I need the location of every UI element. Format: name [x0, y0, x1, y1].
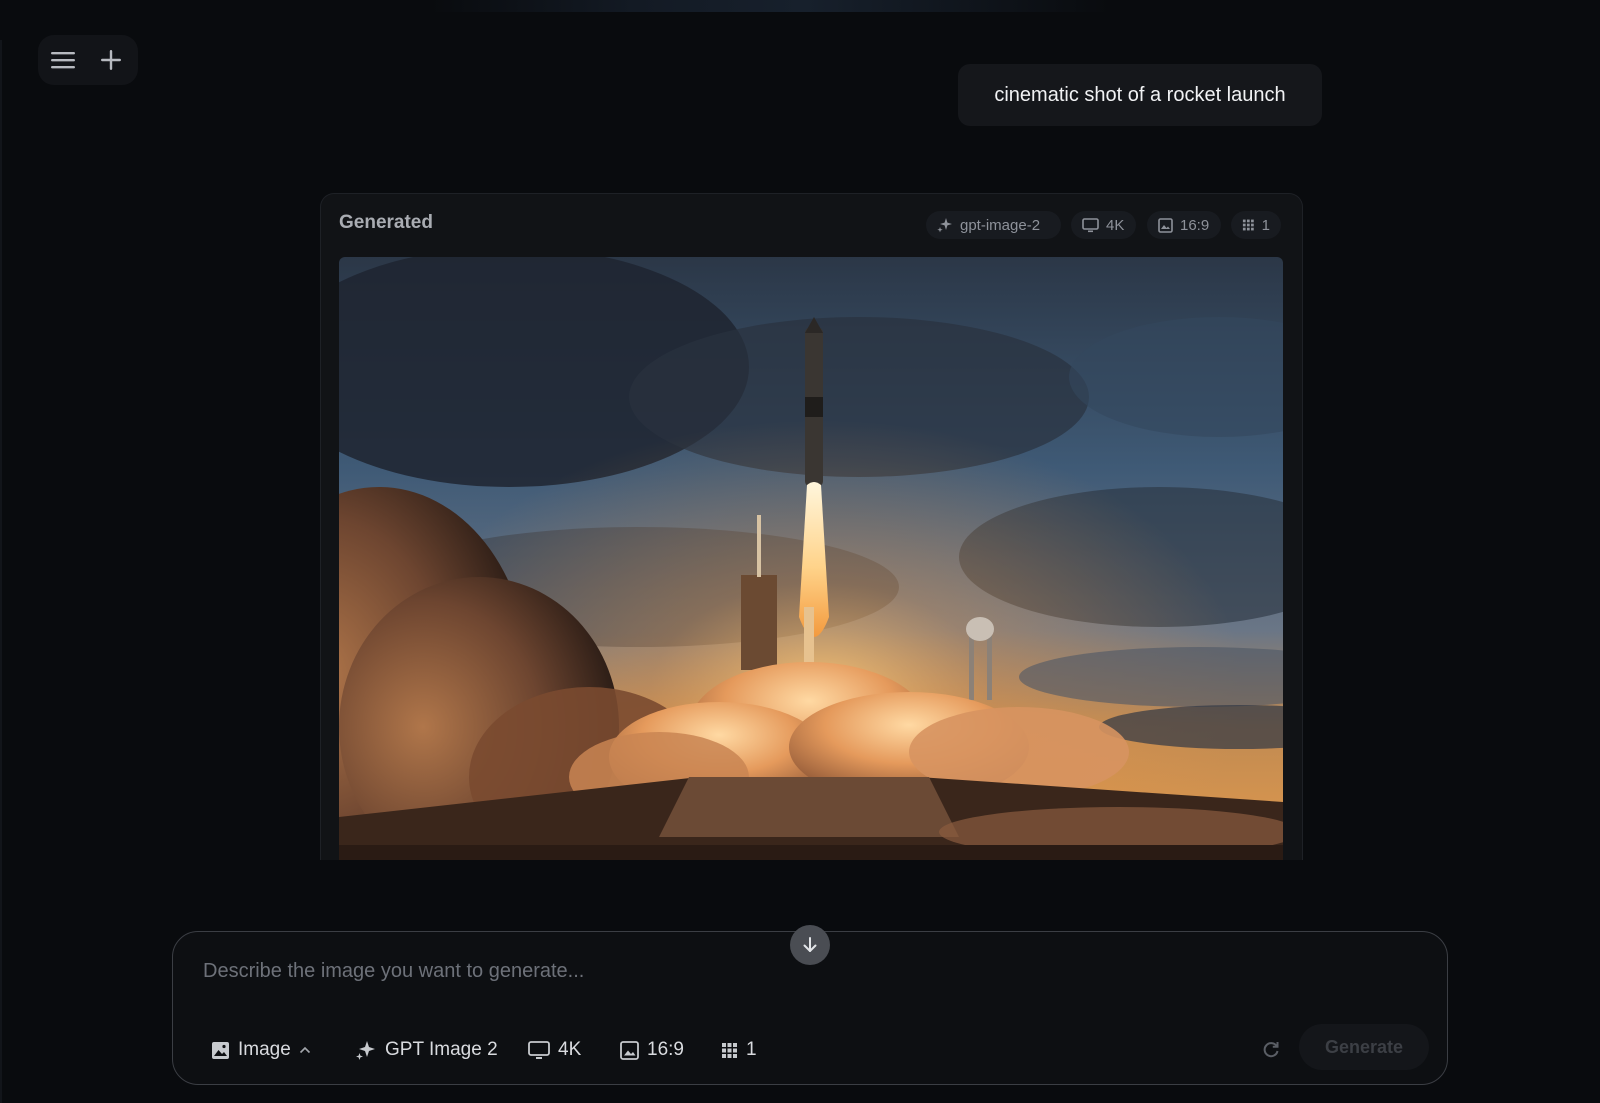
mode-selector[interactable]: Image	[211, 1035, 311, 1065]
aspect-label: 16:9	[647, 1039, 684, 1060]
resolution-chip: 4K	[1071, 211, 1136, 239]
count-chip: 1	[1231, 211, 1281, 239]
resolution-label: 4K	[558, 1039, 582, 1060]
new-chat-button[interactable]	[96, 45, 126, 75]
generated-result-card: Generated gpt-image-2 4K 16:9 1	[320, 193, 1303, 860]
model-chip: gpt-image-2	[926, 211, 1061, 239]
left-divider	[0, 40, 2, 1103]
monitor-icon	[1082, 217, 1099, 232]
model-label: GPT Image 2	[385, 1039, 498, 1060]
count-label: 1	[746, 1039, 757, 1060]
grid-icon	[1242, 219, 1254, 231]
generated-image[interactable]	[339, 257, 1283, 860]
aspect-ratio-icon	[620, 1040, 639, 1060]
image-icon	[212, 1041, 229, 1059]
scroll-down-button[interactable]	[790, 925, 830, 965]
aspect-chip: 16:9	[1147, 211, 1221, 239]
sparkle-icon	[356, 1041, 375, 1060]
user-prompt-text: cinematic shot of a rocket launch	[994, 83, 1286, 106]
top-glow	[430, 0, 1110, 12]
plus-icon	[101, 50, 121, 70]
menu-button[interactable]	[48, 45, 78, 75]
mode-label: Image	[238, 1039, 291, 1060]
count-selector[interactable]: 1	[721, 1035, 757, 1065]
rocket-launch-image	[339, 257, 1283, 860]
resolution-selector[interactable]: 4K	[528, 1035, 581, 1065]
model-chip-label: gpt-image-2	[960, 216, 1041, 234]
model-selector[interactable]: GPT Image 2	[355, 1035, 498, 1065]
resolution-chip-label: 4K	[1106, 216, 1125, 234]
prompt-input[interactable]	[201, 954, 1105, 988]
top-left-toolbar	[38, 35, 138, 85]
chevron-up-icon	[299, 1046, 310, 1054]
sparkle-icon	[937, 218, 952, 233]
user-prompt-bubble: cinematic shot of a rocket launch	[958, 64, 1322, 126]
arrow-down-icon	[803, 937, 817, 952]
grid-icon	[722, 1042, 737, 1058]
card-title: Generated	[339, 212, 433, 233]
generate-button[interactable]: Generate	[1299, 1024, 1429, 1070]
count-chip-label: 1	[1261, 216, 1270, 234]
image-icon	[1158, 217, 1173, 233]
aspect-chip-label: 16:9	[1180, 216, 1210, 234]
monitor-icon	[528, 1040, 550, 1059]
aspect-selector[interactable]: 16:9	[620, 1035, 684, 1065]
hamburger-menu-icon	[51, 52, 75, 69]
refresh-button[interactable]	[1258, 1037, 1284, 1063]
refresh-icon	[1263, 1042, 1279, 1058]
